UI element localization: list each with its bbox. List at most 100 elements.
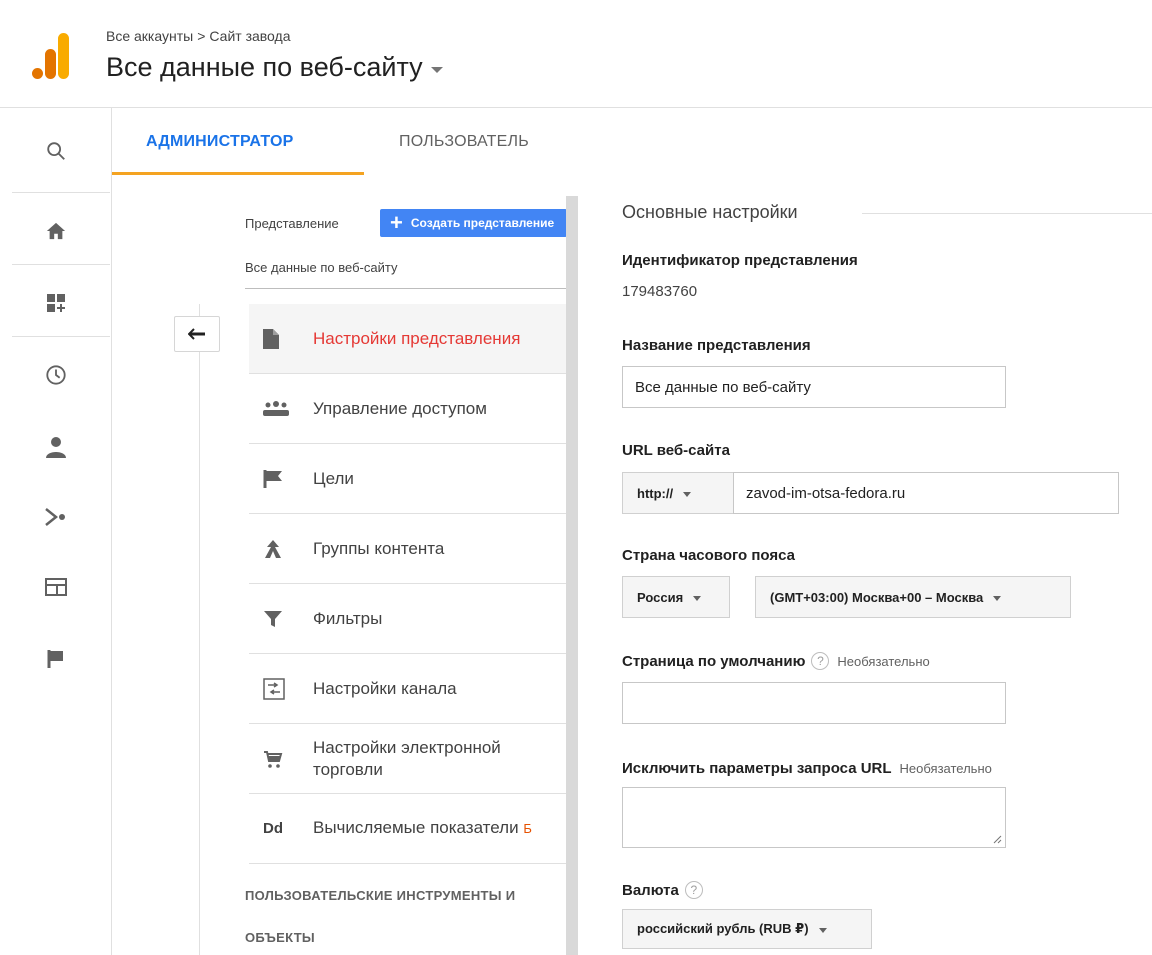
view-selector[interactable]: Все данные по веб-сайту <box>106 52 443 83</box>
menu-item-label: Группы контента <box>313 538 445 558</box>
active-tab-indicator <box>112 172 364 175</box>
cart-icon <box>264 750 283 768</box>
resize-handle-icon[interactable] <box>992 834 1002 844</box>
flag-icon <box>47 650 63 668</box>
menu-item-label: Настройки представления <box>313 328 521 348</box>
document-icon <box>263 328 279 349</box>
default-page-label-text: Страница по умолчанию <box>622 652 806 670</box>
tab-user[interactable]: ПОЛЬЗОВАТЕЛЬ <box>399 108 529 176</box>
arrow-left-icon <box>188 328 205 340</box>
menu-item-filters[interactable]: Фильтры <box>249 584 567 654</box>
timezone-value: (GMT+03:00) Москва+00 – Москва <box>770 589 984 605</box>
breadcrumb-separator: > <box>197 28 206 44</box>
currency-value: российский рубль (RUB ₽) <box>637 921 809 936</box>
country-value: Россия <box>637 589 684 605</box>
country-dropdown[interactable]: Россия <box>622 576 730 618</box>
content-groups-icon <box>265 539 281 558</box>
exclude-params-textarea[interactable] <box>622 787 1006 848</box>
filter-icon <box>264 610 282 627</box>
rail-divider <box>12 192 110 193</box>
rail-divider <box>12 264 110 265</box>
chevron-down-icon <box>430 66 443 73</box>
column-scrollbar[interactable] <box>566 196 578 955</box>
admin-tabs: АДМИНИСТРАТОР ПОЛЬЗОВАТЕЛЬ <box>112 108 1152 176</box>
menu-item-access[interactable]: Управление доступом <box>249 374 567 444</box>
section-title: Основные настройки <box>622 202 798 222</box>
menu-item-label: Настройки канала <box>313 678 457 698</box>
rail-acquisition[interactable] <box>0 482 111 552</box>
menu-item-label: Настройки электронной торговли <box>313 737 501 779</box>
exclude-params-label-text: Исключить параметры запроса URL <box>622 760 892 777</box>
chevron-down-icon <box>693 595 702 601</box>
menu-item-content-groups[interactable]: Группы контента <box>249 514 567 584</box>
home-icon <box>46 222 65 240</box>
section-divider <box>862 213 1152 214</box>
tab-admin[interactable]: АДМИНИСТРАТОР <box>146 108 293 176</box>
exclude-params-label: Исключить параметры запроса URL Необязат… <box>622 760 992 777</box>
basic-settings-form: Основные настройки Идентификатор предста… <box>578 176 1152 955</box>
view-name-input[interactable]: Все данные по веб-сайту <box>622 366 1006 408</box>
menu-item-channel-settings[interactable]: Настройки канала <box>249 654 567 724</box>
breadcrumb[interactable]: Все аккаунты > Сайт завода <box>106 28 291 44</box>
analytics-logo-icon[interactable] <box>32 33 72 79</box>
view-dropdown-underline <box>245 288 567 289</box>
rail-search[interactable] <box>0 116 111 186</box>
channel-icon <box>263 677 285 700</box>
view-label: Представление <box>245 216 339 231</box>
protocol-value: http:// <box>637 485 674 501</box>
currency-dropdown[interactable]: российский рубль (RUB ₽) <box>622 909 872 949</box>
currency-label: Валюта ? <box>622 881 703 899</box>
menu-item-label: Вычисляемые показатели <box>313 818 519 837</box>
rail-realtime[interactable] <box>0 340 111 410</box>
optional-hint: Необязательно <box>837 653 930 669</box>
column-connector-line <box>199 304 200 955</box>
app-header: Все аккаунты > Сайт завода Все данные по… <box>0 0 1152 108</box>
menu-item-label: Фильтры <box>313 608 383 628</box>
page-title: Все данные по веб-сайту <box>106 52 423 82</box>
section-heading-objects: ОБЪЕКТЫ <box>245 930 315 945</box>
collapse-button[interactable] <box>174 316 220 352</box>
default-page-input[interactable] <box>622 682 1006 724</box>
create-view-button[interactable]: + Создать представление <box>380 209 567 237</box>
breadcrumb-accounts[interactable]: Все аккаунты <box>106 28 193 44</box>
view-name-label: Название представления <box>622 337 811 354</box>
view-settings-menu: Настройки представления Управление досту… <box>249 304 567 864</box>
create-view-label: Создать представление <box>410 216 555 230</box>
menu-item-calculated-metrics[interactable]: Dd Вычисляемые показатели Б <box>249 794 567 864</box>
help-icon[interactable]: ? <box>684 881 703 899</box>
clock-icon <box>45 365 66 385</box>
beta-badge: Б <box>523 821 532 836</box>
rail-divider <box>12 336 110 337</box>
view-settings-column: Представление + Создать представление Вс… <box>112 176 578 955</box>
website-url-label: URL веб-сайта <box>622 442 730 459</box>
plus-icon: + <box>390 210 403 235</box>
flag-icon <box>263 469 282 488</box>
chevron-down-icon <box>993 595 1002 601</box>
view-dropdown[interactable]: Все данные по веб-сайту <box>245 260 397 275</box>
website-url-input[interactable]: zavod-im-otsa-fedora.ru <box>733 472 1119 514</box>
timezone-dropdown[interactable]: (GMT+03:00) Москва+00 – Москва <box>755 576 1071 618</box>
rail-audience[interactable] <box>0 412 111 482</box>
optional-hint: Необязательно <box>899 761 992 776</box>
acquisition-icon <box>44 508 65 526</box>
menu-item-label: Цели <box>313 468 354 488</box>
help-icon[interactable]: ? <box>811 652 830 670</box>
rail-behavior[interactable] <box>0 552 111 622</box>
protocol-dropdown[interactable]: http:// <box>622 472 734 514</box>
rail-conversions[interactable] <box>0 624 111 694</box>
menu-item-ecommerce[interactable]: Настройки электронной торговли <box>249 724 567 794</box>
default-page-label: Страница по умолчанию ? Необязательно <box>622 652 930 670</box>
breadcrumb-site[interactable]: Сайт завода <box>209 28 290 44</box>
rail-home[interactable] <box>0 196 111 266</box>
view-id-value: 179483760 <box>622 283 698 300</box>
people-icon <box>263 400 289 416</box>
menu-item-goals[interactable]: Цели <box>249 444 567 514</box>
dashboard-icon <box>46 294 65 312</box>
rail-customization[interactable] <box>0 268 111 338</box>
timezone-country-label: Страна часового пояса <box>622 547 796 564</box>
currency-label-text: Валюта <box>622 881 679 899</box>
dd-icon: Dd <box>263 820 283 837</box>
menu-item-view-settings[interactable]: Настройки представления <box>249 304 567 374</box>
menu-item-label: Управление доступом <box>313 398 487 418</box>
menu-item-label-wrap: Вычисляемые показатели Б <box>295 817 532 840</box>
